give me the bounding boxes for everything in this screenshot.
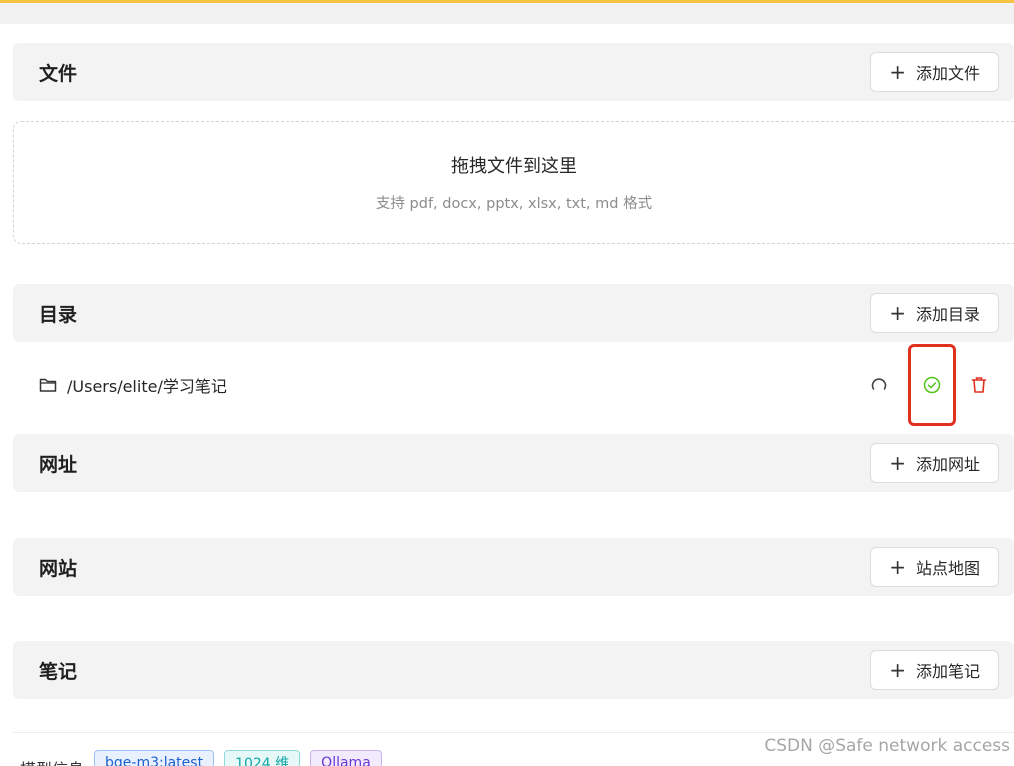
trash-icon[interactable] [968, 374, 990, 396]
directory-path: /Users/elite/学习笔记 [67, 377, 227, 396]
check-circle-icon[interactable] [921, 374, 943, 396]
dropzone-title: 拖拽文件到这里 [451, 156, 577, 177]
sitemap-label: 站点地图 [915, 559, 980, 578]
notes-section-header: 笔记 + 添加笔记 [13, 641, 1014, 699]
files-section-title: 文件 [39, 62, 78, 85]
top-toolbar-strip [0, 0, 1014, 24]
url-section-title: 网址 [39, 453, 78, 476]
footer-divider [13, 732, 1014, 733]
plus-icon: + [889, 60, 906, 84]
model-info-footer: 模型信息 bge-m3:latest 1024 维 Ollama [20, 750, 382, 766]
watermark: CSDN @Safe network access [764, 736, 1010, 756]
add-file-button[interactable]: + 添加文件 [870, 52, 999, 92]
folder-icon [39, 377, 57, 393]
url-section-header: 网址 + 添加网址 [13, 434, 1014, 492]
directory-section-title: 目录 [39, 303, 78, 326]
add-directory-label: 添加目录 [915, 305, 980, 324]
directory-section-header: 目录 + 添加目录 [13, 284, 1014, 342]
plus-icon: + [889, 658, 906, 682]
add-note-button[interactable]: + 添加笔记 [870, 650, 999, 690]
add-note-label: 添加笔记 [915, 662, 980, 681]
files-section-header: 文件 + 添加文件 [13, 43, 1014, 101]
add-file-label: 添加文件 [915, 64, 980, 83]
add-url-button[interactable]: + 添加网址 [870, 443, 999, 483]
file-dropzone[interactable]: 拖拽文件到这里 支持 pdf, docx, pptx, xlsx, txt, m… [13, 121, 1014, 244]
sitemap-button[interactable]: + 站点地图 [870, 547, 999, 587]
directory-actions [868, 344, 990, 426]
website-section-title: 网站 [39, 557, 78, 580]
model-name-tag: bge-m3:latest [94, 750, 215, 766]
provider-tag: Ollama [310, 750, 382, 766]
dropzone-hint: 支持 pdf, docx, pptx, xlsx, txt, md 格式 [375, 196, 653, 212]
model-info-label: 模型信息 [20, 750, 84, 766]
directory-list-item: /Users/elite/学习笔记 [13, 344, 1014, 426]
add-directory-button[interactable]: + 添加目录 [870, 293, 999, 333]
notes-section-title: 笔记 [39, 660, 78, 683]
plus-icon: + [889, 451, 906, 475]
website-section-header: 网站 + 站点地图 [13, 538, 1014, 596]
highlight-box [908, 344, 956, 426]
plus-icon: + [889, 301, 906, 325]
refresh-icon[interactable] [868, 374, 890, 396]
plus-icon: + [889, 555, 906, 579]
add-url-label: 添加网址 [915, 455, 980, 474]
dimension-tag: 1024 维 [224, 750, 301, 766]
